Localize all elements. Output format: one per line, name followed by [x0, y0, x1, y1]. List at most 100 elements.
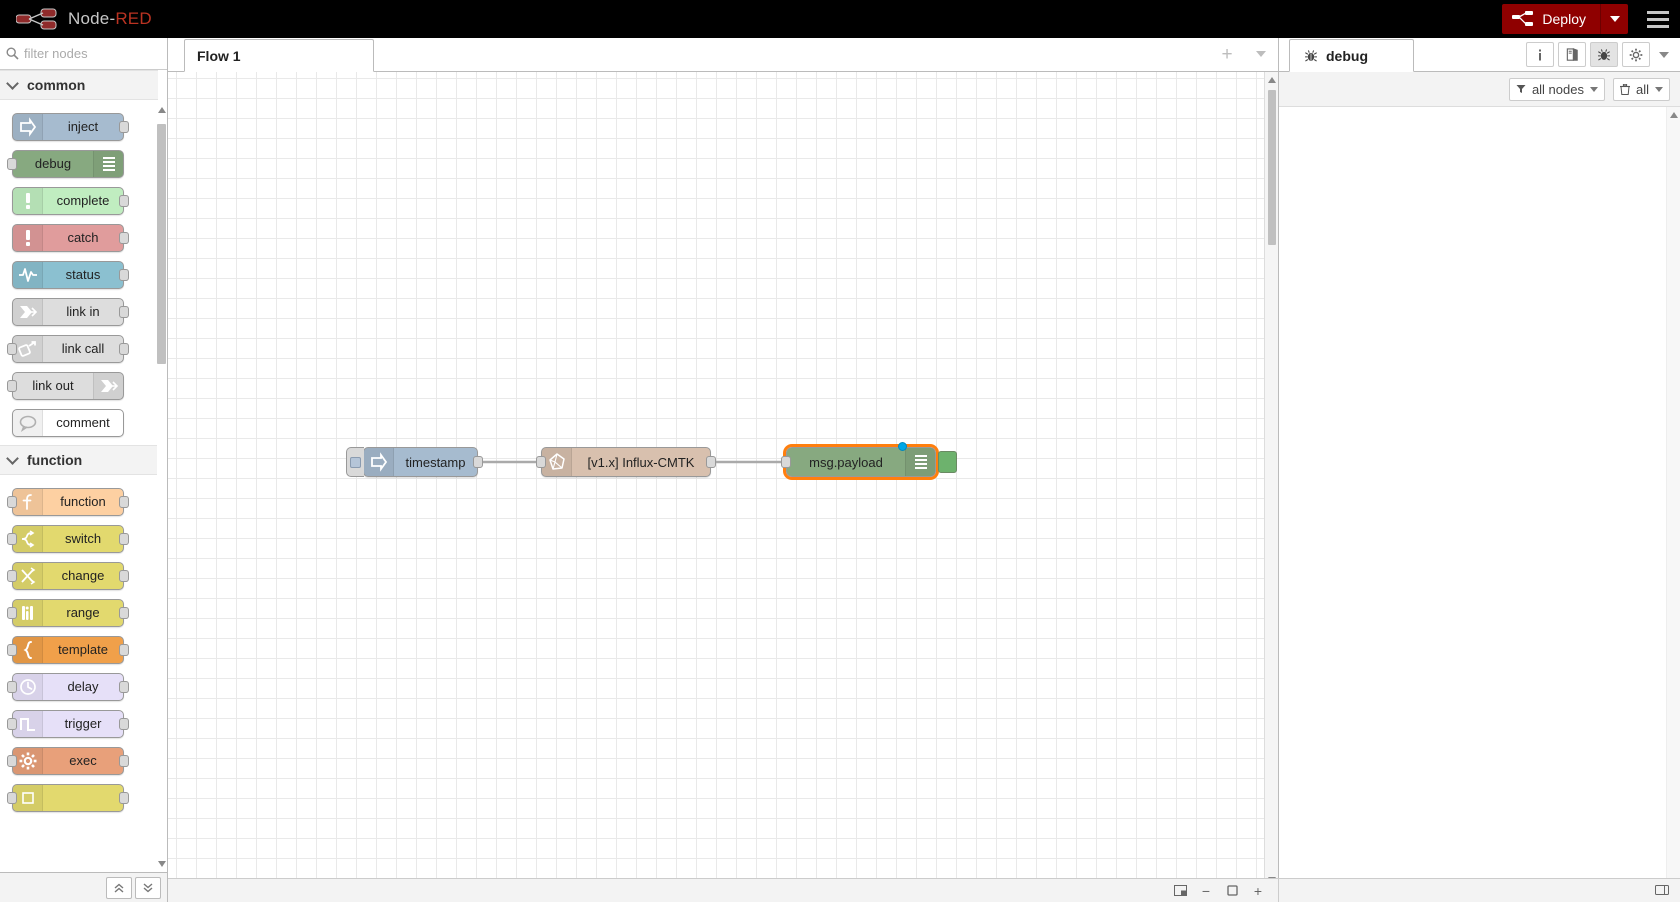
palette-category-function[interactable]: function: [0, 445, 158, 475]
palette-scroll-area[interactable]: common inject debug complete catch status link…: [0, 70, 167, 872]
workspace-statusbar: − +: [168, 878, 1278, 902]
palette-node-link-out[interactable]: link out: [7, 371, 124, 400]
right-sidebar: debug all nodes all: [1278, 38, 1680, 902]
change-swap-icon: [20, 566, 35, 585]
range-bars-icon: [21, 605, 33, 620]
debug-clear-button[interactable]: all: [1612, 77, 1670, 101]
flow-node-port-left[interactable]: [781, 456, 791, 468]
flow-node-label: msg.payload: [809, 454, 883, 470]
palette-node-range[interactable]: range: [7, 598, 129, 627]
sidebar-button-info[interactable]: [1526, 42, 1554, 67]
palette-scrollbar-thumb[interactable]: [157, 124, 166, 364]
palette-node-debug[interactable]: debug: [7, 149, 124, 178]
expand-all-button[interactable]: [135, 876, 161, 899]
inject-trigger-button[interactable]: [346, 447, 364, 477]
inject-arrow-icon: [370, 452, 387, 472]
sidebar-button-help[interactable]: [1558, 42, 1586, 67]
palette-node-delay[interactable]: delay: [7, 672, 129, 701]
sidebar-statusbar: [1278, 878, 1680, 902]
flow-node-influxdb[interactable]: [v1.x] Influx-CMTK: [536, 447, 716, 477]
palette-node-icon-box: [13, 673, 43, 700]
sidebar-button-debug[interactable]: [1590, 42, 1618, 67]
zoom-reset-icon: [1226, 885, 1238, 896]
palette-category-label: common: [27, 77, 86, 93]
palette-node-row: switch: [0, 520, 158, 557]
palette-node-icon-box: [93, 372, 123, 399]
tab-flow-1[interactable]: Flow 1: [184, 39, 374, 72]
canvas-scroll-up-arrow[interactable]: [1265, 74, 1278, 86]
debug-node-toggle-button[interactable]: [938, 451, 957, 473]
palette-node-port-left: [7, 342, 17, 355]
flow-node-port-right[interactable]: [473, 456, 483, 468]
canvas-vertical-scrollbar[interactable]: [1264, 72, 1278, 888]
palette-node-icon-box: [13, 261, 43, 288]
palette-node-complete[interactable]: complete: [12, 186, 129, 215]
canvas-vscroll-thumb[interactable]: [1268, 90, 1276, 245]
palette-node-port-right: [119, 342, 129, 355]
palette-node-port-right: [119, 606, 129, 619]
flow-node-port-left[interactable]: [536, 456, 546, 468]
palette-scrollbar[interactable]: [157, 102, 166, 872]
hamburger-menu-button[interactable]: [1636, 0, 1680, 38]
palette-node-function[interactable]: function: [7, 487, 129, 516]
palette-node-port-right: [119, 717, 129, 730]
gear-icon: [19, 752, 36, 769]
flow-tabs-menu-button[interactable]: [1250, 42, 1272, 66]
deploy-group: Deploy: [1502, 4, 1628, 34]
palette-node-row: complete: [0, 182, 158, 219]
flow-node-port-right[interactable]: [706, 456, 716, 468]
deploy-dropdown-button[interactable]: [1600, 4, 1628, 34]
toggle-navigator-button[interactable]: [1172, 883, 1188, 899]
palette-node-label: link call: [61, 341, 105, 356]
debug-scrollbar[interactable]: [1666, 107, 1680, 902]
zoom-reset-button[interactable]: [1224, 883, 1240, 899]
palette-node-comment[interactable]: comment: [12, 408, 124, 437]
collapse-all-button[interactable]: [106, 876, 132, 899]
palette-node-port-right: [119, 754, 129, 767]
triangle-up-icon: [1268, 77, 1276, 83]
inject-trigger-icon: [350, 456, 361, 468]
flow-node-label: timestamp: [405, 454, 466, 470]
debug-clear-label: all: [1635, 81, 1649, 97]
palette-node-inject[interactable]: inject: [12, 112, 129, 141]
zoom-out-button[interactable]: −: [1198, 883, 1214, 899]
palette-node-trigger[interactable]: trigger: [7, 709, 129, 738]
debug-message-list[interactable]: [1279, 107, 1680, 902]
palette-category-common[interactable]: common: [0, 70, 158, 100]
sidebar-button-config[interactable]: [1622, 42, 1650, 67]
palette-node-change[interactable]: change: [7, 561, 129, 590]
palette-node-partial[interactable]: [7, 783, 129, 812]
chevron-double-down-icon: [143, 882, 153, 892]
palette-node-status[interactable]: status: [12, 260, 129, 289]
palette-node-catch[interactable]: catch: [12, 223, 129, 252]
palette-node-label: trigger: [64, 716, 102, 731]
deploy-button[interactable]: Deploy: [1502, 4, 1600, 34]
debug-scroll-up-arrow[interactable]: [1667, 109, 1680, 121]
palette-node-switch[interactable]: switch: [7, 524, 129, 553]
palette-node-template[interactable]: template: [7, 635, 129, 664]
palette-node-row: delay: [0, 668, 158, 705]
zoom-in-button[interactable]: +: [1250, 883, 1266, 899]
palette-node-link-in[interactable]: link in: [12, 297, 129, 326]
toggle-sidebar-button[interactable]: [1654, 883, 1670, 899]
palette-node-label: switch: [64, 531, 102, 546]
palette-scroll-down-arrow[interactable]: [157, 858, 166, 870]
chevron-down-icon: [6, 451, 19, 465]
palette-scroll-up-arrow[interactable]: [157, 104, 166, 116]
debug-filter-select[interactable]: all nodes: [1508, 77, 1605, 101]
add-flow-button[interactable]: +: [1214, 42, 1240, 66]
palette-node-port-left: [7, 791, 17, 804]
flow-canvas[interactable]: timestamp [v1.x] Influx-CMTK msg.payload: [168, 72, 1278, 902]
sidebar-tools-menu-button[interactable]: [1654, 42, 1674, 67]
palette-node-row: link in: [0, 293, 158, 330]
flow-node-inject[interactable]: timestamp: [346, 447, 483, 477]
palette-node-port-right: [119, 495, 129, 508]
flow-node-icon-box: [364, 448, 394, 476]
palette-node-link-call[interactable]: link call: [7, 334, 129, 363]
palette-node-port-left: [7, 379, 17, 392]
book-icon: [1566, 48, 1578, 61]
palette-node-exec[interactable]: exec: [7, 746, 129, 775]
sidebar-tab-debug[interactable]: debug: [1289, 39, 1414, 72]
flow-node-debug[interactable]: msg.payload: [781, 442, 957, 480]
link-out-icon: [100, 379, 118, 392]
